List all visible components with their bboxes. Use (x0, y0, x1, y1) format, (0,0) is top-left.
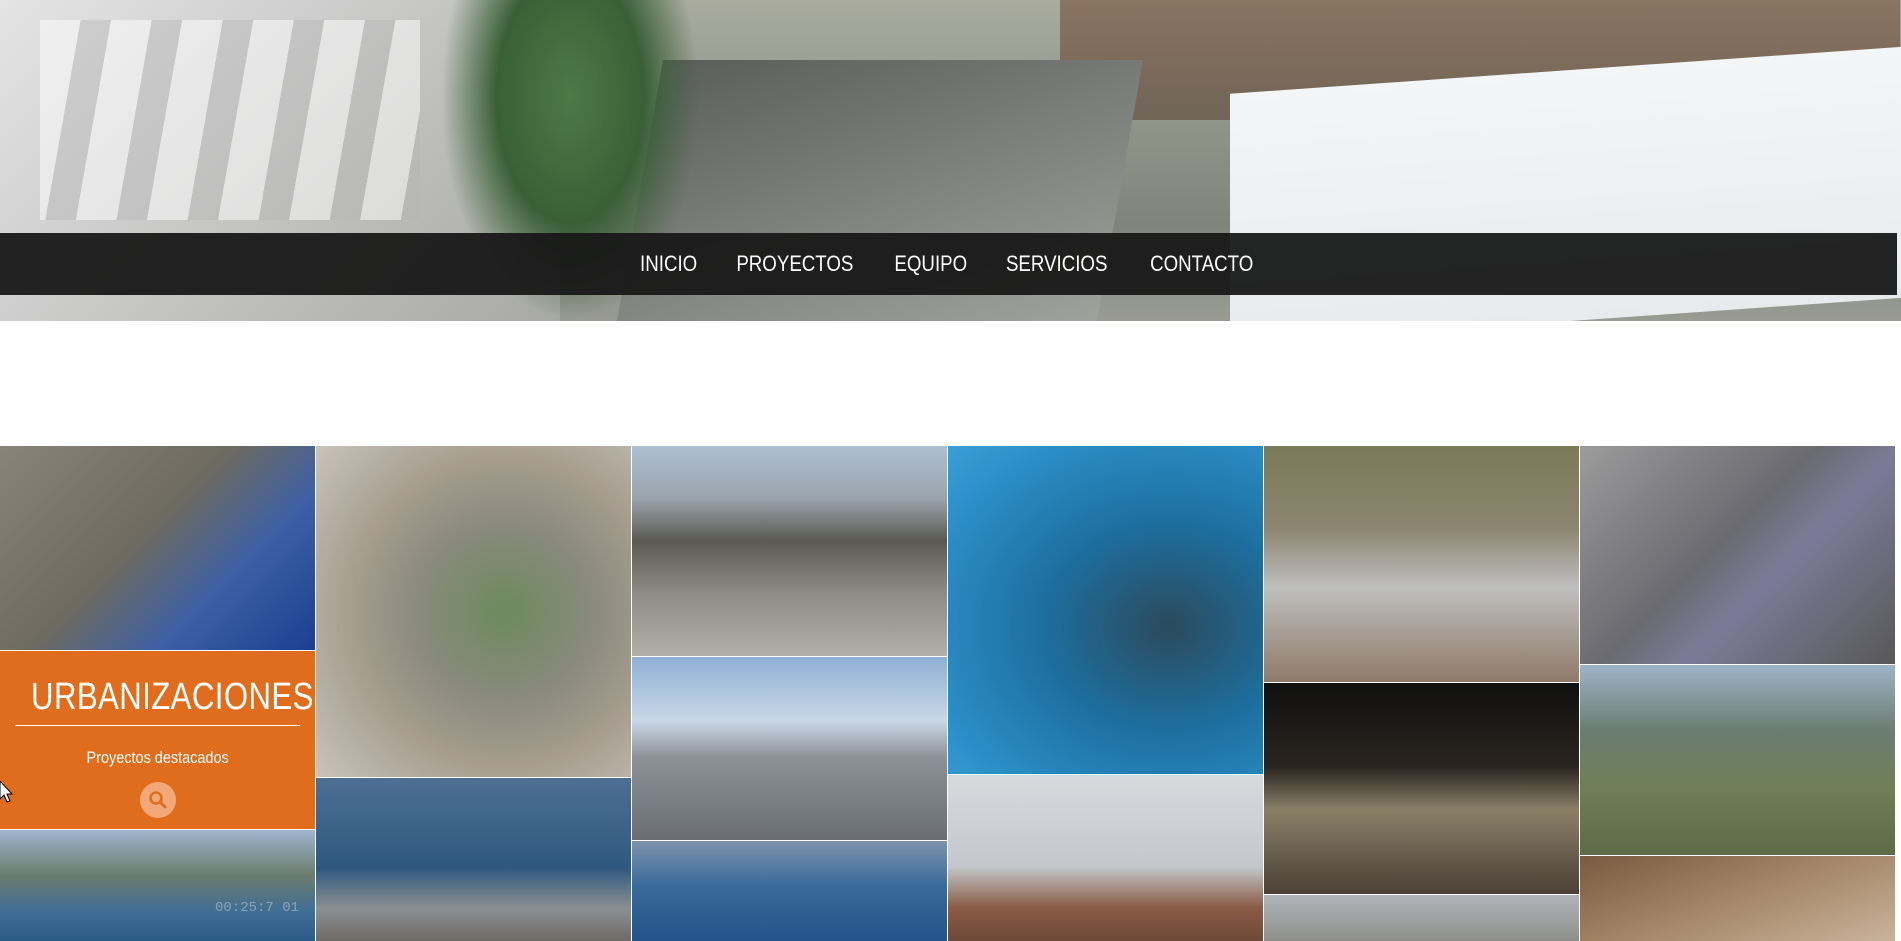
category-title: URBANIZACIONES (31, 676, 314, 718)
title-divider (15, 725, 300, 726)
category-subtitle: Proyectos destacados (86, 748, 229, 767)
project-tile-highway[interactable] (1580, 665, 1895, 855)
project-tile-industrial[interactable] (1264, 895, 1579, 941)
nav-item-contacto[interactable]: CONTACTO (1150, 251, 1253, 277)
nav-item-equipo[interactable]: EQUIPO (894, 251, 967, 277)
project-tile-coast[interactable]: 00:25:7 01 (0, 830, 315, 941)
project-tile-gis-map[interactable] (1580, 446, 1895, 664)
project-tile-harbor-rigs[interactable] (632, 841, 947, 941)
project-tile-lit-bridge[interactable] (1264, 683, 1579, 894)
project-tile-drainage-culvert[interactable] (1264, 446, 1579, 682)
project-tile-bridge-channel[interactable] (632, 446, 947, 656)
nav-item-proyectos[interactable]: PROYECTOS (736, 251, 853, 277)
video-timestamp: 00:25:7 01 (215, 900, 300, 916)
project-tile-hillside[interactable] (1580, 856, 1895, 941)
project-gallery: URBANIZACIONES Proyectos destacados 00:2… (0, 446, 1901, 941)
nav-item-inicio[interactable]: INICIO (640, 251, 697, 277)
project-tile-water-treatment[interactable] (316, 446, 631, 777)
project-tile-underwater[interactable] (948, 446, 1263, 774)
project-tile-marina[interactable] (316, 778, 631, 941)
search-icon[interactable] (139, 782, 176, 818)
project-tile-pier[interactable] (948, 775, 1263, 941)
nav-item-servicios[interactable]: SERVICIOS (1006, 251, 1108, 277)
mouse-pointer-icon (0, 781, 14, 803)
main-nav: INICIO PROYECTOS EQUIPO SERVICIOS CONTAC… (0, 233, 1897, 295)
project-tile-aerial-map[interactable] (0, 446, 315, 650)
project-category-card[interactable]: URBANIZACIONES Proyectos destacados (0, 651, 315, 829)
project-tile-auditorium[interactable] (632, 657, 947, 840)
